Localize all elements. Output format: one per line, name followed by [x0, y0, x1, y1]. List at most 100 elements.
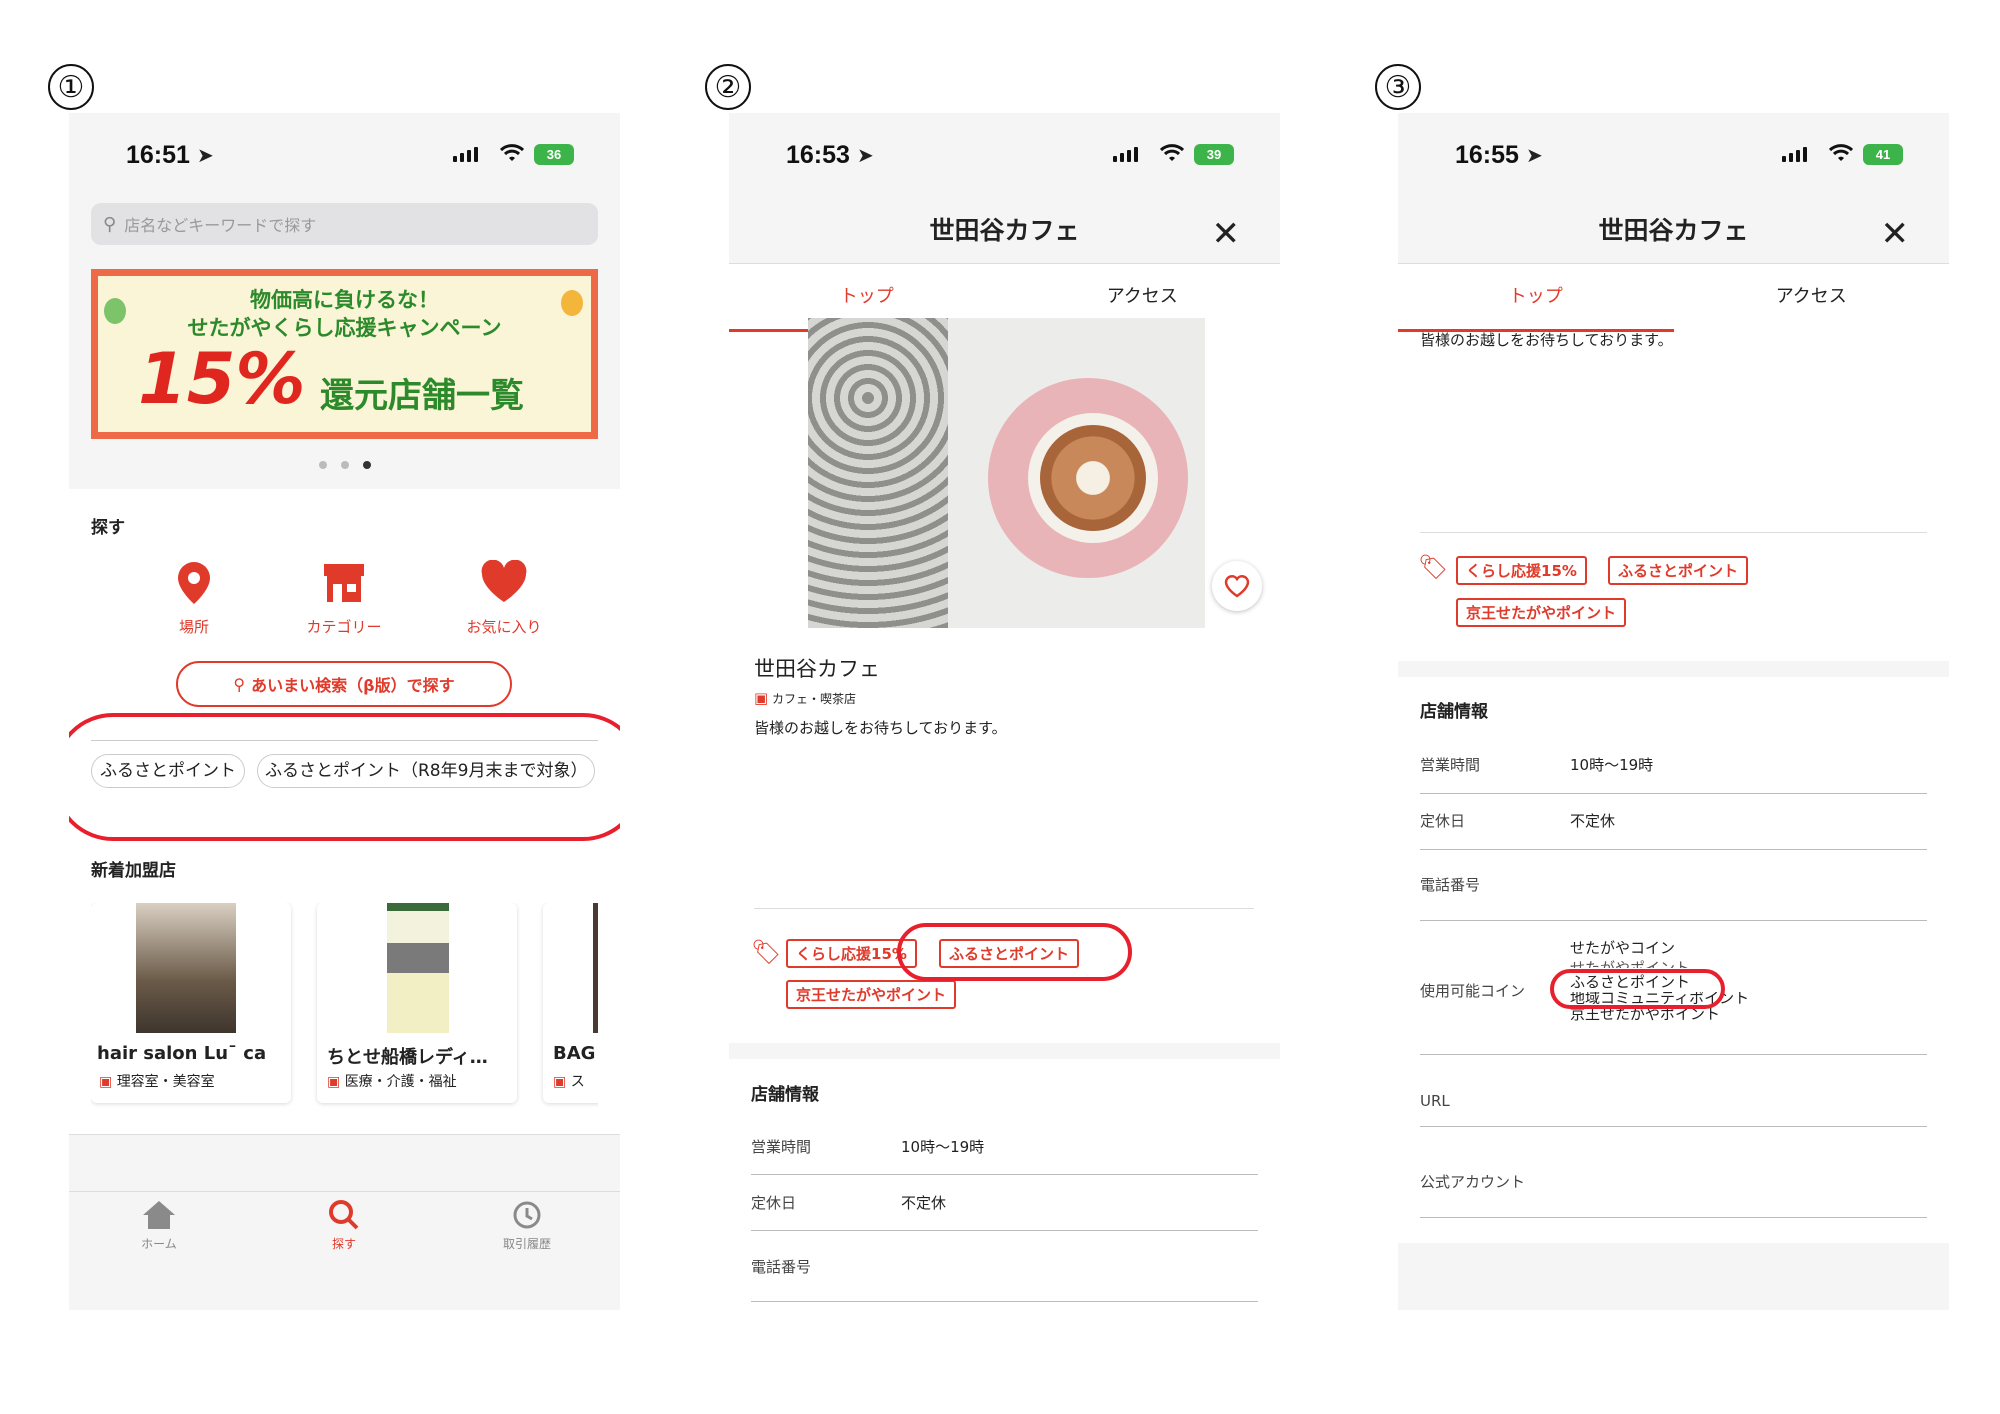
wifi-icon: [500, 144, 524, 161]
favorites-shortcut[interactable]: お気に入り: [439, 559, 569, 637]
step-number-3: ③: [1375, 64, 1421, 110]
divider: [1420, 1126, 1927, 1127]
shop-description: 皆様のお越しをお待ちしております。: [754, 719, 1007, 737]
location-arrow-icon: ➤: [197, 143, 214, 167]
section-title-shop-info: 店舗情報: [1420, 702, 1488, 722]
carousel-dots[interactable]: [319, 461, 371, 469]
row-value-holiday: 不定休: [1570, 812, 1616, 830]
divider: [754, 908, 1254, 909]
tag-keio-setagaya-point[interactable]: 京王せたがやポイント: [786, 980, 957, 1009]
tag-icon: 🏷: [751, 938, 782, 966]
fuzzy-search-label: あいまい検索（β版）で探す: [251, 676, 455, 695]
status-bar: 16:51 ➤ 36 ⚲ 店名などキーワードで探す: [69, 113, 620, 261]
shop-card[interactable]: ちとせ船橋レディ… ▣ 医療・介護・福祉: [317, 903, 517, 1103]
store-icon: ▣: [553, 1074, 567, 1090]
favorite-button[interactable]: [1212, 561, 1262, 611]
shop-category: ▣ 理容室・美容室: [99, 1074, 215, 1090]
row-label-url: URL: [1420, 1092, 1450, 1110]
shop-card[interactable]: BAG ( ▣ ス: [543, 903, 598, 1103]
banner-line1: 物価高に負けるな！: [250, 288, 439, 312]
row-value-hours: 10時〜19時: [901, 1138, 985, 1156]
search-placeholder: 店名などキーワードで探す: [124, 216, 317, 235]
shop-card[interactable]: hair salon Lu¯ ca ▣ 理容室・美容室: [91, 903, 291, 1103]
divider: [1420, 1054, 1927, 1055]
shop-photo: [387, 903, 449, 1033]
banner-carousel[interactable]: 物価高に負けるな！ せたがやくらし応援キャンペーン 15% 還元店舗一覧: [69, 261, 620, 489]
coin-item: せたがやコイン: [1570, 939, 1676, 957]
divider: [751, 1230, 1258, 1231]
fuzzy-search-button[interactable]: ⚲ あいまい検索（β版）で探す: [176, 661, 512, 707]
category-shortcut[interactable]: カテゴリー: [279, 560, 409, 637]
section-gap: [729, 1043, 1280, 1059]
status-time: 16:51: [126, 141, 190, 169]
status-time: 16:55: [1455, 141, 1519, 169]
shop-photo: [136, 903, 236, 1033]
coin-item: せたがやポイント: [1570, 959, 1691, 968]
history-icon: [513, 1201, 541, 1229]
nav-home[interactable]: ホーム: [109, 1199, 209, 1252]
shortcut-label: 場所: [178, 618, 209, 636]
step-number-2: ②: [705, 64, 751, 110]
tag-kurashi-15[interactable]: くらし応援15%: [1456, 556, 1587, 585]
tab-bar-divider: [69, 1191, 620, 1192]
nav-history[interactable]: 取引履歴: [477, 1199, 577, 1252]
search-icon: [329, 1200, 359, 1230]
shop-name: ちとせ船橋レディ…: [327, 1047, 488, 1068]
page-title: 世田谷カフェ: [1398, 199, 1949, 263]
step-number-1: ①: [48, 64, 94, 110]
section-title-search: 探す: [91, 518, 125, 538]
signal-icon: [453, 147, 478, 162]
row-label-holiday: 定休日: [1420, 812, 1466, 830]
place-shortcut[interactable]: 場所: [129, 560, 259, 637]
close-icon[interactable]: ✕: [1881, 217, 1910, 251]
shop-category: ▣ ス: [553, 1074, 585, 1090]
location-arrow-icon: ➤: [1526, 143, 1543, 167]
row-label-official-account: 公式アカウント: [1420, 1173, 1526, 1191]
store-icon: [324, 564, 364, 602]
battery-indicator: 41: [1863, 144, 1903, 165]
battery-indicator: 36: [534, 144, 574, 165]
divider: [1420, 532, 1927, 533]
row-value-hours: 10時〜19時: [1570, 756, 1654, 774]
bottom-area: ホーム 探す 取引履歴: [69, 1134, 620, 1310]
heart-icon: [481, 559, 527, 602]
nav-label: ホーム: [141, 1237, 177, 1251]
phone-screen-search: 16:51 ➤ 36 ⚲ 店名などキーワードで探す 物価高に負けるな！ せたがや…: [69, 113, 620, 1310]
tag-furusato-point[interactable]: ふるさとポイント: [1608, 556, 1749, 585]
tag-keio-setagaya-point[interactable]: 京王せたがやポイント: [1456, 598, 1627, 627]
highlight-ring: [897, 923, 1132, 981]
location-arrow-icon: ➤: [857, 143, 874, 167]
shop-category: ▣ カフェ・喫茶店: [754, 689, 857, 707]
divider: [1420, 793, 1927, 794]
row-value-holiday: 不定休: [901, 1194, 947, 1212]
shop-photo: [808, 318, 1205, 628]
shop-category: ▣ 医療・介護・福祉: [327, 1074, 457, 1090]
campaign-banner[interactable]: 物価高に負けるな！ せたがやくらし応援キャンペーン 15% 還元店舗一覧: [91, 269, 598, 439]
nav-label: 取引履歴: [502, 1237, 551, 1251]
shortcut-label: お気に入り: [466, 618, 542, 636]
status-bar: 16:55 ➤ 41: [1398, 113, 1949, 199]
map-pin-icon: [178, 562, 210, 604]
row-label-coins: 使用可能コイン: [1420, 982, 1526, 1000]
phone-screen-shop-detail: 16:53 ➤ 39 世田谷カフェ ✕ トップ アクセス 世田谷カフェ ▣ カフ…: [729, 113, 1280, 1310]
nav-label: 探す: [331, 1237, 356, 1251]
search-input[interactable]: ⚲ 店名などキーワードで探す: [91, 203, 598, 245]
row-label-holiday: 定休日: [751, 1194, 797, 1212]
banner-shop-list: 還元店舗一覧: [320, 376, 524, 416]
store-icon: ▣: [99, 1074, 113, 1090]
shortcut-label: カテゴリー: [306, 618, 382, 636]
store-icon: ▣: [327, 1074, 341, 1090]
new-shops-carousel[interactable]: hair salon Lu¯ ca ▣ 理容室・美容室 ちとせ船橋レディ… ▣ …: [91, 903, 598, 1108]
status-bar: 16:53 ➤ 39: [729, 113, 1280, 199]
highlight-ring: [69, 713, 620, 841]
category-shortcuts: 場所 カテゴリー お気に入り: [129, 559, 589, 640]
row-label-hours: 営業時間: [751, 1138, 812, 1156]
divider: [751, 1301, 1258, 1302]
nav-search[interactable]: 探す: [294, 1199, 394, 1252]
close-icon[interactable]: ✕: [1212, 217, 1241, 251]
tab-top[interactable]: トップ: [1398, 264, 1674, 332]
shop-description: 皆様のお越しをお待ちしております。: [1420, 331, 1673, 349]
store-icon: ▣: [754, 689, 769, 707]
tag-icon: 🏷: [1418, 553, 1449, 581]
tab-access[interactable]: アクセス: [1674, 264, 1950, 332]
